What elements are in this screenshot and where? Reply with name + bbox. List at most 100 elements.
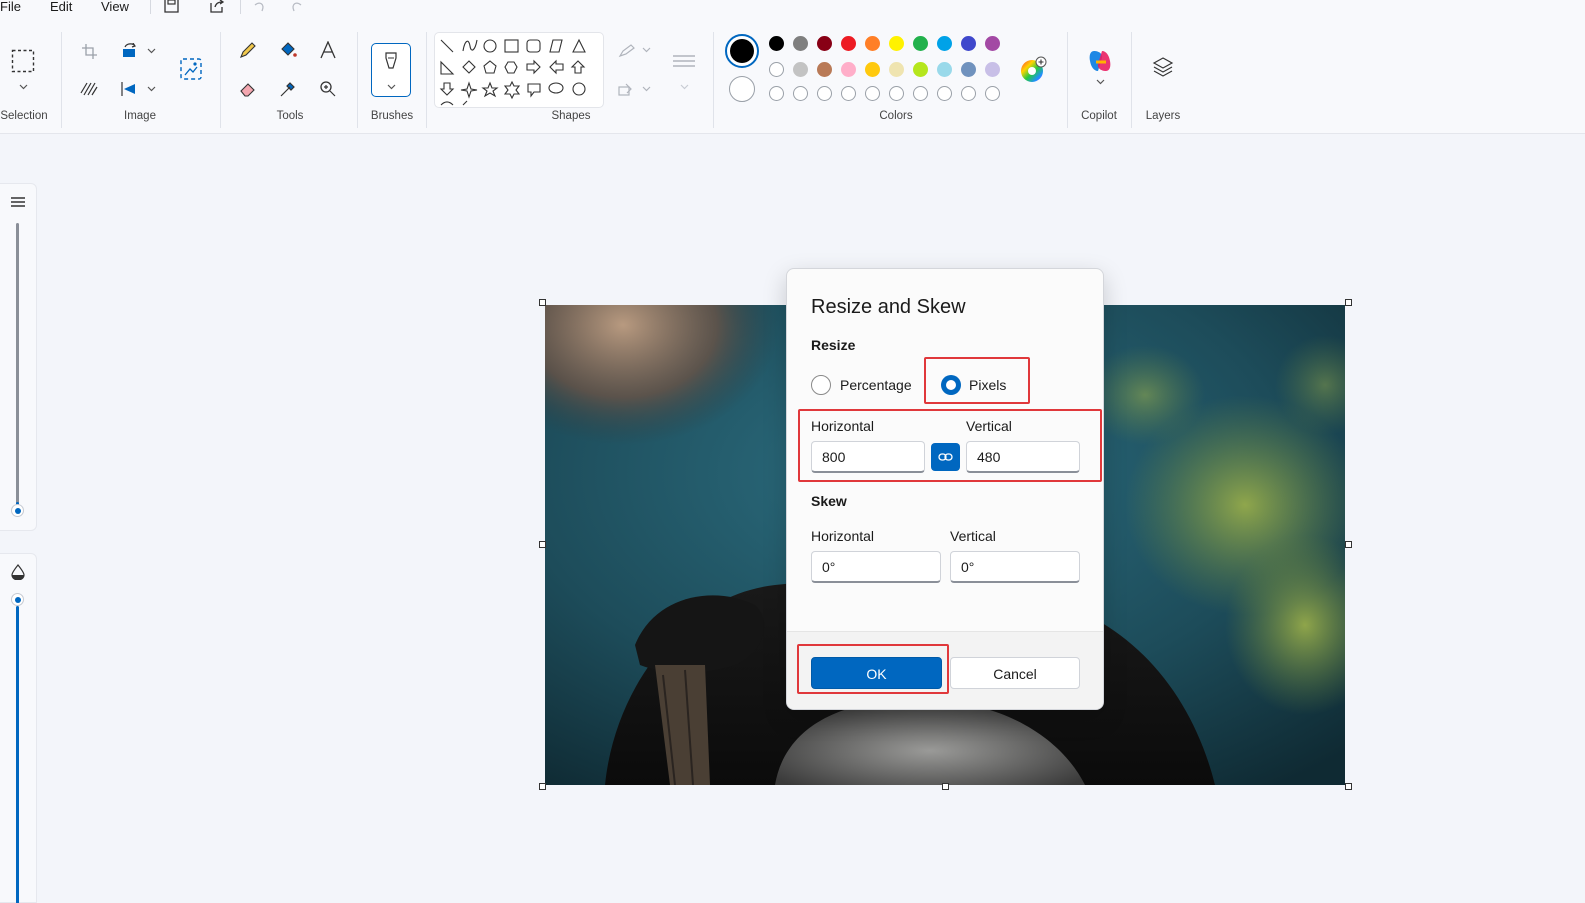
shape-outline-icon[interactable]	[616, 42, 638, 60]
brush-size-panel	[0, 183, 37, 531]
rotate-icon[interactable]	[120, 42, 140, 60]
color-swatch[interactable]	[913, 36, 928, 51]
chevron-down-icon[interactable]	[679, 82, 689, 92]
color-swatch[interactable]	[793, 62, 808, 77]
opacity-slider-thumb[interactable]	[11, 593, 24, 606]
save-icon[interactable]	[164, 0, 180, 14]
link-icon	[938, 453, 953, 461]
color-swatch[interactable]	[793, 86, 808, 101]
group-label-brushes: Brushes	[370, 110, 414, 122]
percentage-radio[interactable]	[811, 375, 831, 395]
color-swatch[interactable]	[889, 86, 904, 101]
secondary-color-swatch[interactable]	[729, 76, 755, 102]
menu-view[interactable]: View	[101, 0, 129, 14]
color-swatch[interactable]	[937, 36, 952, 51]
pixels-label[interactable]: Pixels	[969, 377, 1006, 393]
resize-horizontal-input[interactable]: 800	[811, 441, 925, 473]
brush-size-slider-track[interactable]	[16, 223, 19, 507]
color-swatch[interactable]	[961, 62, 976, 77]
eraser-icon[interactable]	[238, 79, 258, 99]
crop-icon[interactable]	[80, 42, 98, 60]
rectangle-selection-icon[interactable]	[10, 48, 36, 74]
image-effects-icon[interactable]	[79, 80, 99, 98]
resize-icon[interactable]	[178, 56, 204, 82]
chevron-down-icon[interactable]	[16, 82, 30, 92]
resize-handle[interactable]	[539, 299, 546, 306]
edit-colors-icon[interactable]	[1018, 55, 1048, 85]
color-swatch[interactable]	[889, 36, 904, 51]
color-swatch[interactable]	[913, 62, 928, 77]
share-icon[interactable]	[209, 0, 225, 14]
opacity-panel	[0, 553, 37, 903]
magnifier-icon[interactable]	[318, 79, 338, 99]
resize-handle[interactable]	[539, 541, 546, 548]
color-swatch[interactable]	[985, 86, 1000, 101]
color-swatch[interactable]	[841, 62, 856, 77]
chevron-down-icon[interactable]	[1095, 77, 1105, 87]
group-label-shapes: Shapes	[551, 110, 591, 122]
ok-button[interactable]: OK	[811, 657, 942, 689]
color-swatch[interactable]	[817, 86, 832, 101]
resize-handle[interactable]	[1345, 783, 1352, 790]
chevron-down-icon[interactable]	[146, 84, 156, 94]
color-swatch[interactable]	[937, 86, 952, 101]
group-label-colors: Colors	[879, 110, 913, 122]
skew-vertical-input[interactable]: 0°	[950, 551, 1080, 583]
chevron-down-icon[interactable]	[146, 46, 156, 56]
chevron-down-icon[interactable]	[387, 84, 396, 90]
dialog-title: Resize and Skew	[811, 296, 966, 318]
color-swatch[interactable]	[865, 62, 880, 77]
color-swatch[interactable]	[769, 86, 784, 101]
chevron-down-icon[interactable]	[641, 84, 651, 94]
color-swatch[interactable]	[769, 62, 784, 77]
color-swatch[interactable]	[889, 62, 904, 77]
color-swatch[interactable]	[865, 36, 880, 51]
primary-color-ring[interactable]	[725, 34, 759, 68]
color-swatch[interactable]	[913, 86, 928, 101]
color-swatch[interactable]	[841, 36, 856, 51]
line-width-icon[interactable]	[670, 51, 698, 73]
resize-handle[interactable]	[1345, 299, 1352, 306]
color-swatch[interactable]	[817, 62, 832, 77]
layers-icon[interactable]	[1150, 54, 1176, 80]
resize-handle[interactable]	[1345, 541, 1352, 548]
skew-horizontal-input[interactable]: 0°	[811, 551, 941, 583]
color-swatch[interactable]	[817, 36, 832, 51]
resize-vertical-input[interactable]: 480	[966, 441, 1080, 473]
text-tool-icon[interactable]	[318, 40, 338, 60]
color-swatch[interactable]	[865, 86, 880, 101]
pencil-icon[interactable]	[238, 40, 258, 60]
flip-icon[interactable]	[120, 80, 140, 98]
color-swatch[interactable]	[961, 86, 976, 101]
color-swatch[interactable]	[793, 36, 808, 51]
color-swatch[interactable]	[985, 36, 1000, 51]
color-swatch[interactable]	[985, 62, 1000, 77]
fill-bucket-icon[interactable]	[278, 40, 298, 60]
shape-fill-icon[interactable]	[616, 80, 638, 98]
color-swatch[interactable]	[841, 86, 856, 101]
menu-file[interactable]: File	[0, 0, 21, 14]
menu-divider	[150, 0, 151, 14]
brushes-button[interactable]	[371, 43, 411, 97]
resize-handle[interactable]	[539, 783, 546, 790]
color-picker-icon[interactable]	[278, 79, 298, 99]
group-divider	[426, 32, 427, 128]
cancel-button[interactable]: Cancel	[950, 657, 1080, 689]
color-swatch[interactable]	[769, 36, 784, 51]
opacity-slider-track[interactable]	[16, 606, 19, 903]
pixels-radio[interactable]	[941, 375, 961, 395]
undo-icon[interactable]	[252, 0, 268, 14]
color-swatch[interactable]	[961, 36, 976, 51]
chevron-down-icon[interactable]	[641, 45, 651, 55]
shapes-gallery[interactable]	[434, 32, 604, 108]
brush-size-slider-thumb[interactable]	[11, 504, 24, 517]
resize-handle[interactable]	[942, 783, 949, 790]
percentage-label[interactable]: Percentage	[840, 377, 912, 393]
skew-heading: Skew	[811, 493, 847, 509]
group-divider	[220, 32, 221, 128]
color-swatch[interactable]	[937, 62, 952, 77]
menu-edit[interactable]: Edit	[50, 0, 72, 14]
redo-icon[interactable]	[290, 0, 306, 14]
maintain-aspect-ratio-button[interactable]	[931, 443, 960, 471]
copilot-icon[interactable]	[1085, 46, 1115, 76]
